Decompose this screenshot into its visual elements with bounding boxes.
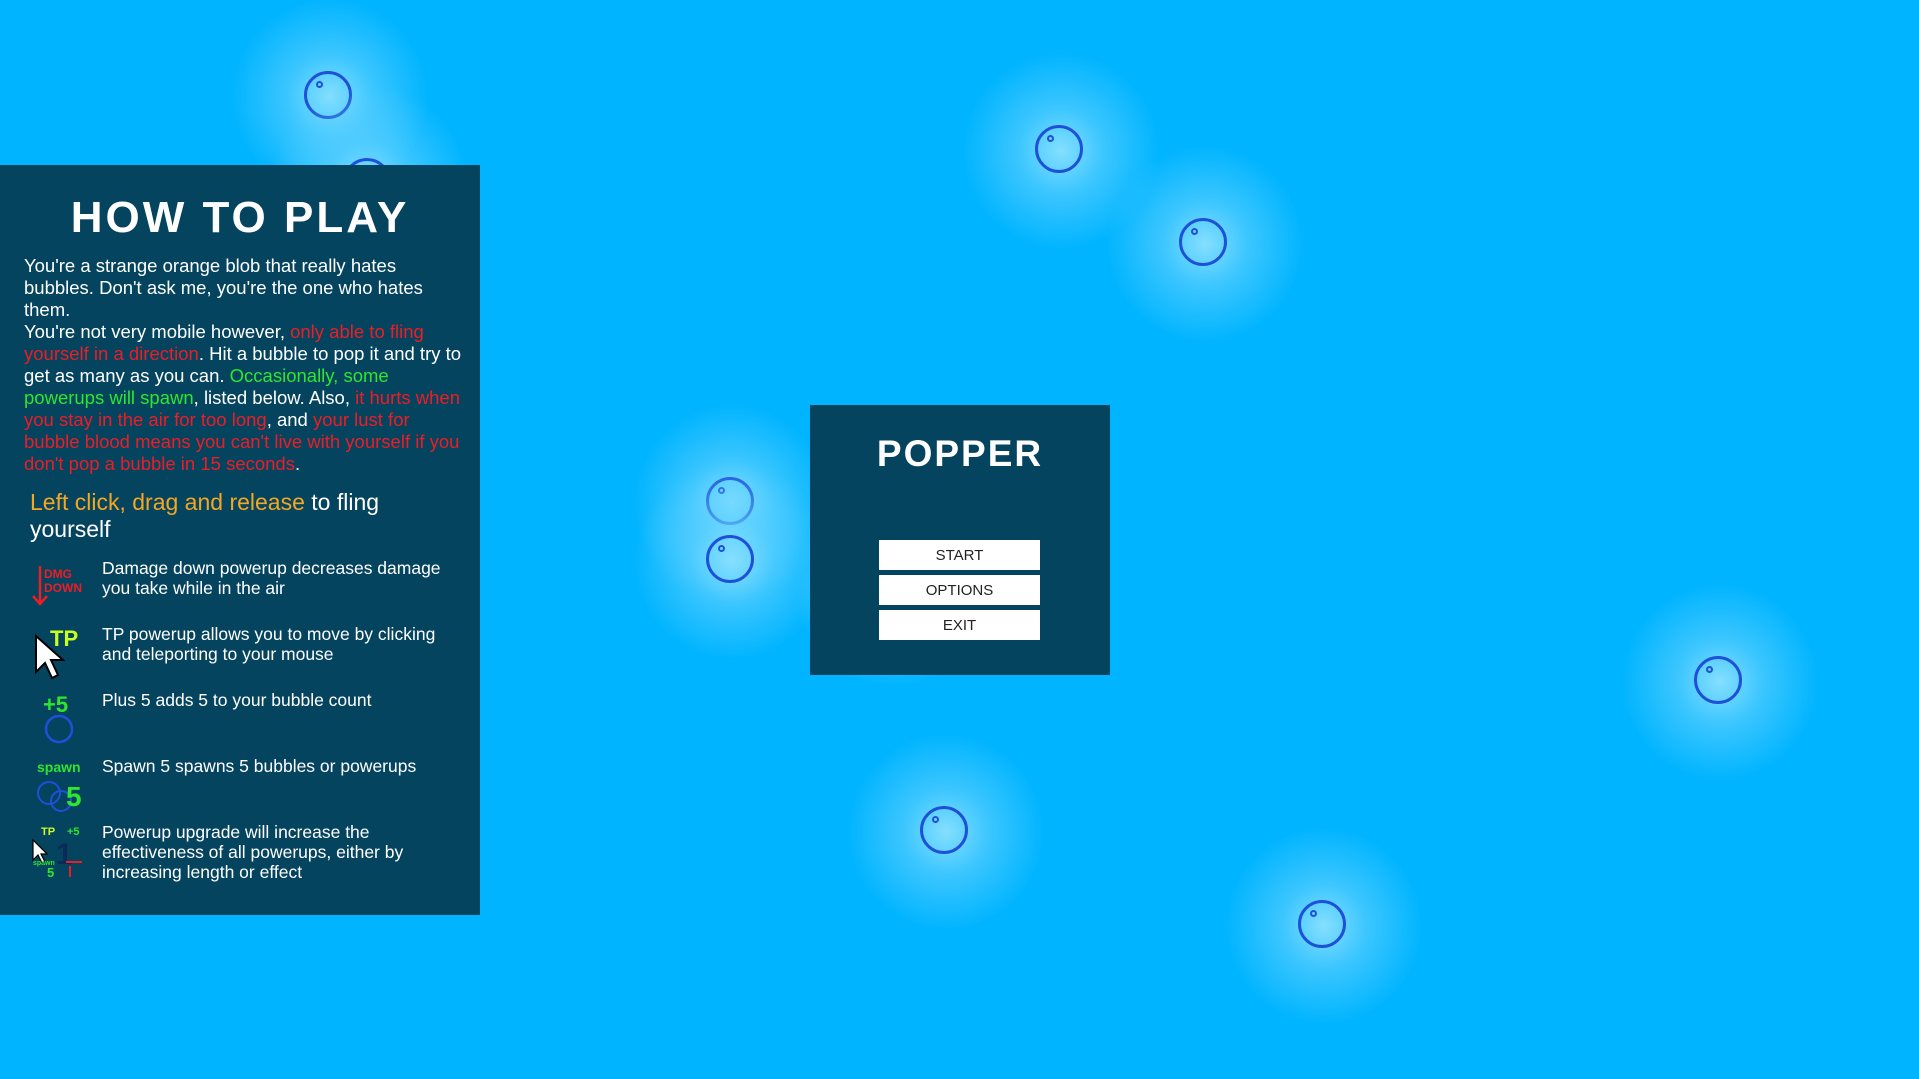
bubble: [846, 732, 1046, 932]
bubble: [1224, 826, 1424, 1026]
powerup-upgrade-icon: 1 TP +5 spawn 5: [32, 826, 82, 880]
bubble: [1105, 144, 1305, 344]
main-menu-panel: POPPER START OPTIONS EXIT: [810, 405, 1110, 675]
teleport-icon-label: TP: [50, 626, 78, 651]
powerup-row-upgrade: 1 TP +5 spawn 5 Powerup upgrade will inc…: [30, 822, 470, 882]
how-to-play-panel: HOW TO PLAY You're a strange orange blob…: [0, 165, 480, 915]
teleport-icon: TP: [35, 626, 78, 680]
how-to-play-title: HOW TO PLAY: [70, 193, 410, 242]
powerup-row-damage-down: DMG DOWN Damage down powerup decreases d…: [30, 558, 470, 618]
powerup-row-teleport: TP TP powerup allows you to move by clic…: [30, 624, 470, 684]
powerup-row-spawn-five: spawn 5 Spawn 5 spawns 5 bubbles or powe…: [30, 756, 470, 816]
damage-down-icon: DMG DOWN: [32, 566, 82, 606]
how-to-play-description: You're a strange orange blob that really…: [24, 255, 464, 475]
intro-text: You're a strange orange blob that really…: [24, 255, 423, 320]
game-title: POPPER: [876, 433, 1044, 474]
spawn-five-icon-label: spawn: [37, 759, 81, 775]
plus-five-icon: +5: [43, 692, 74, 744]
description-text: .: [294, 453, 301, 474]
teleport-description: TP powerup allows you to move by clickin…: [102, 624, 436, 664]
bubble: [1620, 582, 1820, 782]
spawn-five-description: Spawn 5 spawns 5 bubbles or powerups: [102, 756, 417, 776]
damage-down-description: Damage down powerup decreases damage you…: [102, 558, 441, 598]
powerup-upgrade-description: Powerup upgrade will increase the effect…: [102, 822, 404, 882]
controls-description: Left click, drag and release to fling yo…: [30, 489, 450, 543]
damage-down-icon-label: DMG: [44, 567, 72, 581]
upgrade-icon-label: +5: [67, 826, 80, 838]
controls-highlight: Left click, drag and release: [30, 489, 305, 515]
spawn-five-icon: spawn 5: [37, 759, 82, 812]
description-text: , listed below. Also,: [193, 387, 356, 408]
damage-down-icon-label: DOWN: [44, 581, 82, 595]
upgrade-icon-label: 5: [47, 865, 54, 880]
plus-five-icon-label: +5: [43, 692, 68, 717]
options-button[interactable]: OPTIONS: [879, 575, 1040, 605]
description-text: , and: [266, 409, 313, 430]
start-button[interactable]: START: [879, 540, 1040, 570]
plus-five-description: Plus 5 adds 5 to your bubble count: [102, 690, 372, 710]
upgrade-icon-label: TP: [41, 826, 55, 838]
powerup-row-plus-five: +5 Plus 5 adds 5 to your bubble count: [30, 690, 470, 750]
exit-button[interactable]: EXIT: [879, 610, 1040, 640]
description-text: You're not very mobile however,: [24, 321, 291, 342]
spawn-five-icon-number: 5: [66, 781, 82, 812]
